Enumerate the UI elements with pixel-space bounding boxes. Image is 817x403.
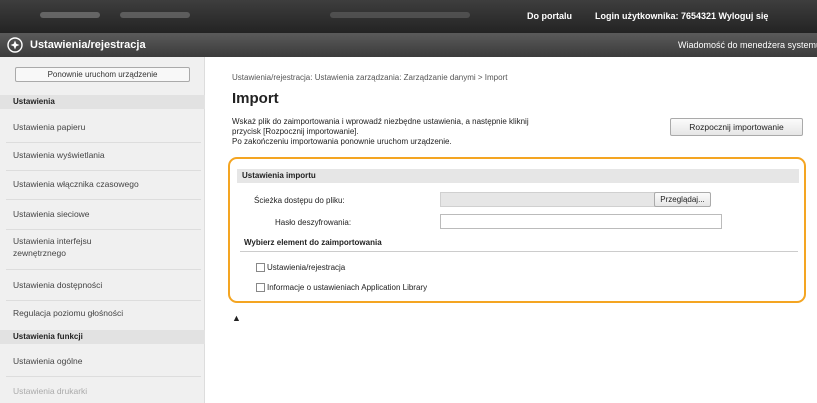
password-label: Hasło deszyfrowania: bbox=[275, 218, 352, 227]
settings-registration-checkbox[interactable] bbox=[256, 263, 265, 272]
sidebar-item-network[interactable]: Ustawienia sieciowe bbox=[13, 208, 198, 220]
sidebar-section-functions: Ustawienia funkcji bbox=[0, 330, 205, 344]
decryption-password-input[interactable] bbox=[440, 214, 722, 229]
sidebar-item-timer[interactable]: Ustawienia włącznika czasowego bbox=[13, 178, 198, 190]
divider bbox=[6, 142, 201, 143]
divider bbox=[6, 300, 201, 301]
sidebar-item-printer[interactable]: Ustawienia drukarki bbox=[13, 385, 198, 397]
sidebar-item-interface[interactable]: Ustawienia interfejsu zewnętrznego bbox=[13, 235, 133, 259]
divider bbox=[6, 199, 201, 200]
select-items-heading: Wybierz element do zaimportowania bbox=[244, 238, 382, 247]
description-line: Wskaż plik do zaimportowania i wprowadź … bbox=[232, 117, 529, 126]
message-to-admin-link[interactable]: Wiadomość do menedżera systemu bbox=[678, 40, 817, 50]
application-library-option-label: Informacje o ustawieniach Application Li… bbox=[267, 283, 428, 292]
divider bbox=[6, 269, 201, 270]
blurred-text bbox=[40, 12, 100, 18]
page-title: Import bbox=[232, 90, 279, 107]
panel-heading: Ustawienia importu bbox=[237, 169, 799, 183]
description-line: Po zakończeniu importowania ponownie uru… bbox=[232, 137, 452, 146]
main-content: Ustawienia/rejestracja: Ustawienia zarzą… bbox=[205, 57, 817, 403]
description: Wskaż plik do zaimportowania i wprowadź … bbox=[232, 117, 652, 147]
title-bar: Ustawienia/rejestracja Wiadomość do mene… bbox=[0, 33, 817, 57]
sidebar-item-general[interactable]: Ustawienia ogólne bbox=[13, 355, 198, 367]
start-import-button[interactable]: Rozpocznij importowanie bbox=[670, 118, 803, 136]
application-library-checkbox[interactable] bbox=[256, 283, 265, 292]
login-info[interactable]: Login użytkownika: 7654321 Wyloguj się bbox=[595, 11, 768, 21]
sidebar-section-settings: Ustawienia bbox=[0, 95, 205, 109]
settings-registration-option-label: Ustawienia/rejestracja bbox=[267, 263, 346, 272]
divider bbox=[6, 229, 201, 230]
sidebar-item-paper[interactable]: Ustawienia papieru bbox=[13, 121, 198, 133]
divider bbox=[6, 376, 201, 377]
sidebar: Ponownie uruchom urządzenie Ustawienia U… bbox=[0, 57, 205, 403]
settings-registration-icon bbox=[7, 37, 23, 53]
blurred-text bbox=[120, 12, 190, 18]
import-settings-panel: Ustawienia importu Ścieżka dostępu do pl… bbox=[228, 157, 806, 303]
restart-device-button[interactable]: Ponownie uruchom urządzenie bbox=[15, 67, 190, 82]
scroll-to-top-icon[interactable]: ▲ bbox=[232, 313, 241, 323]
description-line: przycisk [Rozpocznij importowanie]. bbox=[232, 127, 359, 136]
top-bar: Do portalu Login użytkownika: 7654321 Wy… bbox=[0, 0, 817, 33]
portal-link[interactable]: Do portalu bbox=[527, 11, 572, 21]
app-title: Ustawienia/rejestracja bbox=[30, 39, 146, 51]
sidebar-item-display[interactable]: Ustawienia wyświetlania bbox=[13, 149, 198, 161]
divider bbox=[6, 170, 201, 171]
divider bbox=[240, 251, 798, 252]
sidebar-item-accessibility[interactable]: Ustawienia dostępności bbox=[13, 279, 198, 291]
blurred-text bbox=[330, 12, 470, 18]
file-path-label: Ścieżka dostępu do pliku: bbox=[254, 196, 345, 205]
breadcrumb: Ustawienia/rejestracja: Ustawienia zarzą… bbox=[232, 73, 508, 82]
browse-button[interactable]: Przeglądaj... bbox=[654, 192, 711, 207]
sidebar-item-volume[interactable]: Regulacja poziomu głośności bbox=[13, 307, 198, 319]
